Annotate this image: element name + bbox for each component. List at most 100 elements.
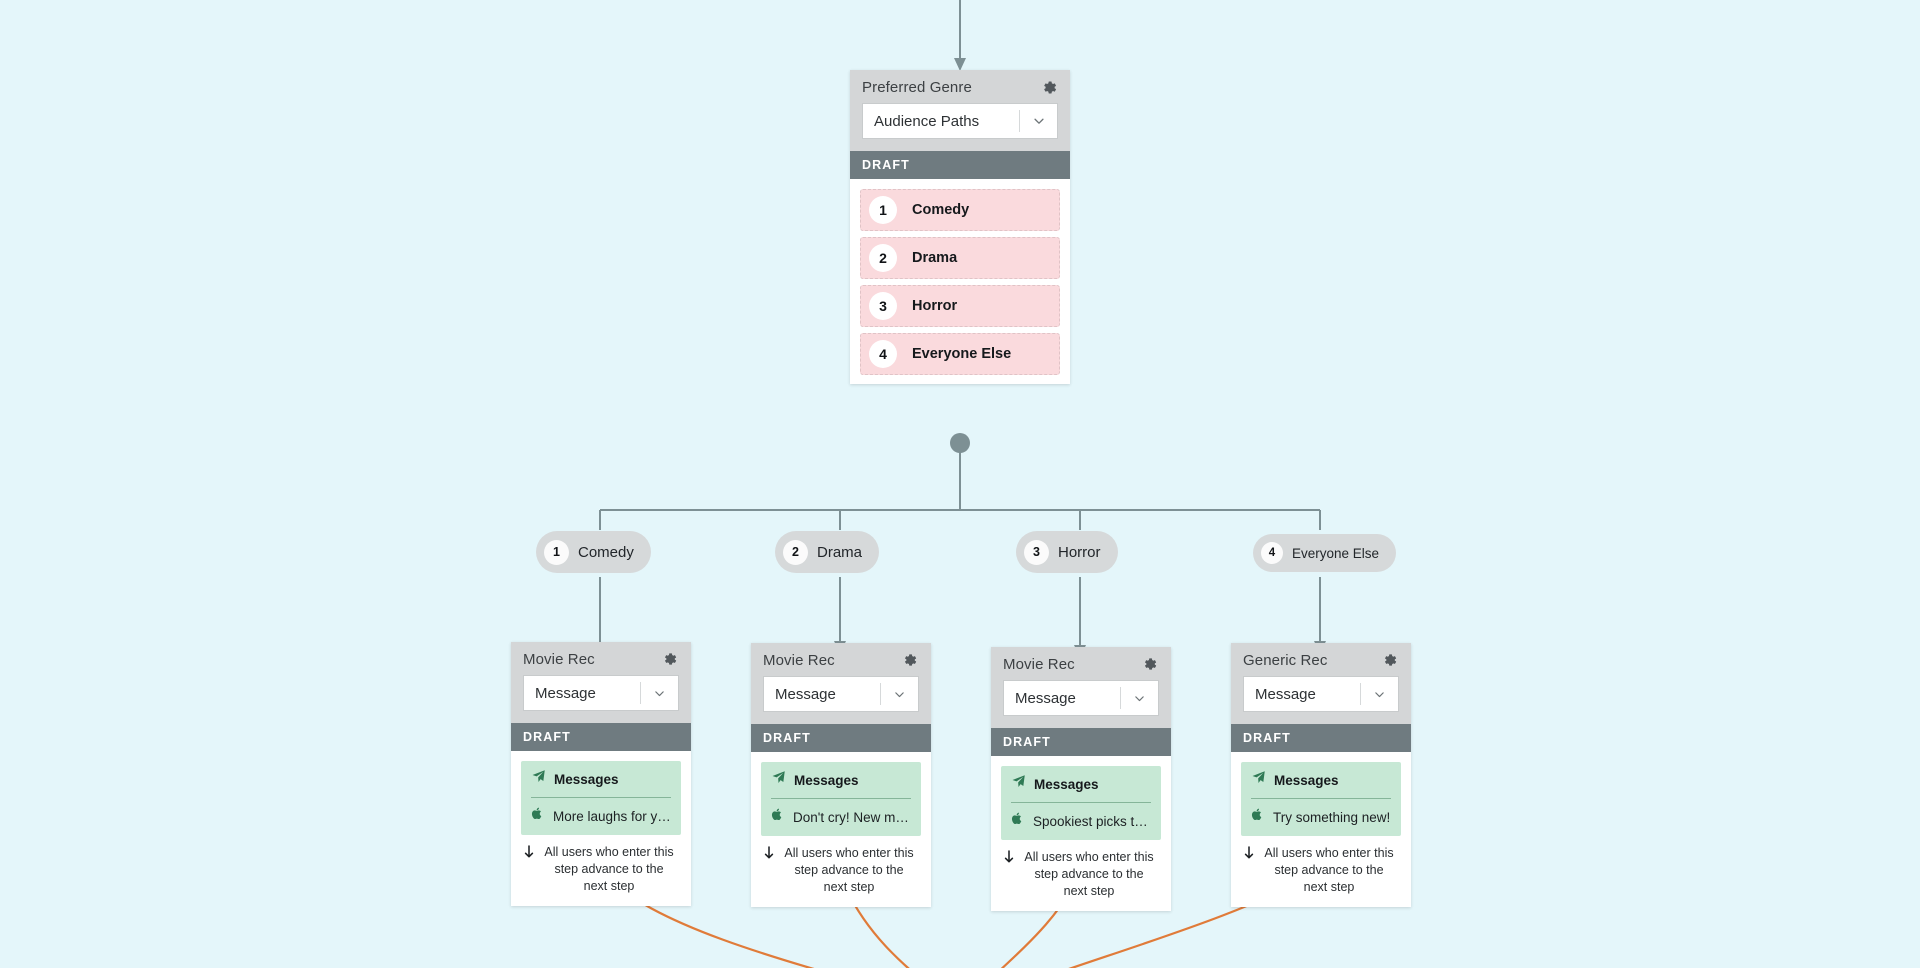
leaf-node-drama[interactable]: Movie Rec Message DRAFT Messages Don't c… [751,643,931,907]
leaf-node-header: Movie Rec [991,647,1171,673]
splitter-branch-list: 1 Comedy 2 Drama 3 Horror 4 Everyone Els… [850,179,1070,384]
leaf-status-badge: DRAFT [1231,724,1411,752]
arrow-down-icon [1243,846,1255,865]
gear-icon[interactable] [1041,79,1058,96]
message-channel-label: Messages [794,772,859,788]
branch-pill-label: Comedy [578,543,634,561]
advance-text: All users who enter this step advance to… [544,845,674,893]
leaf-node-title: Movie Rec [1003,656,1075,673]
splitter-status-badge: DRAFT [850,151,1070,179]
message-text: Don't cry! New movi… [793,809,911,825]
gear-icon[interactable] [902,652,919,669]
message-panel[interactable]: Messages Try something new! [1241,762,1401,836]
chevron-down-icon[interactable] [1019,110,1057,132]
message-text: Try something new! [1273,809,1391,825]
splitter-type-select[interactable]: Audience Paths [862,103,1058,139]
apple-icon [1251,807,1264,827]
branch-item-comedy[interactable]: 1 Comedy [860,189,1060,231]
flow-canvas: Preferred Genre Audience Paths DRAFT 1 C… [0,0,1920,968]
branch-pill-comedy[interactable]: 1 Comedy [536,531,651,573]
arrow-down-icon [763,846,775,865]
branch-label: Comedy [912,202,970,218]
chevron-down-icon[interactable] [1120,687,1158,709]
leaf-status-badge: DRAFT [751,724,931,752]
advance-text: All users who enter this step advance to… [1024,850,1154,898]
leaf-node-title: Movie Rec [523,651,595,668]
leaf-type-select[interactable]: Message [1243,676,1399,712]
branch-number: 3 [869,292,897,320]
splitter-type-value: Audience Paths [874,112,980,130]
leaf-node-everyone-else[interactable]: Generic Rec Message DRAFT Messages Try s… [1231,643,1411,907]
branch-label: Everyone Else [912,346,1012,362]
message-text: Spookiest picks this… [1033,813,1151,829]
message-channel: Messages [1011,774,1151,794]
splitter-node[interactable]: Preferred Genre Audience Paths DRAFT 1 C… [850,70,1070,384]
chevron-down-icon[interactable] [880,683,918,705]
gear-icon[interactable] [1382,652,1399,669]
message-channel-label: Messages [1274,772,1339,788]
leaf-node-body: Messages Don't cry! New movi… All users … [751,752,931,907]
leaf-select-wrap: Message [511,668,691,723]
branch-number: 1 [869,196,897,224]
leaf-type-value: Message [775,685,836,703]
message-panel[interactable]: Messages Don't cry! New movi… [761,762,921,836]
leaf-node-title: Generic Rec [1243,652,1328,669]
branch-item-horror[interactable]: 3 Horror [860,285,1060,327]
paper-plane-icon [1251,770,1266,790]
message-panel[interactable]: Messages Spookiest picks this… [1001,766,1161,840]
branch-number: 2 [869,244,897,272]
apple-icon [771,807,784,827]
leaf-node-body: Messages Spookiest picks this… All users… [991,756,1171,911]
divider [1251,798,1391,799]
leaf-node-header: Movie Rec [751,643,931,669]
leaf-type-value: Message [1015,689,1076,707]
branch-pill-number: 2 [783,539,808,565]
leaf-type-select[interactable]: Message [763,676,919,712]
branch-number: 4 [869,340,897,368]
leaf-node-comedy[interactable]: Movie Rec Message DRAFT Messages More la… [511,642,691,906]
leaf-status-badge: DRAFT [991,728,1171,756]
advance-note: All users who enter this step advance to… [1241,836,1401,898]
divider [1011,802,1151,803]
leaf-node-body: Messages More laughs for you All users w… [511,751,691,906]
message-channel: Messages [531,769,671,789]
branch-label: Horror [912,298,958,314]
branch-pill-number: 3 [1024,539,1049,565]
message-panel[interactable]: Messages More laughs for you [521,761,681,835]
branch-pill-everyone-else[interactable]: 4 Everyone Else [1253,534,1397,572]
branch-pill-number: 4 [1261,542,1283,564]
chevron-down-icon[interactable] [1360,683,1398,705]
gear-icon[interactable] [1142,656,1159,673]
leaf-node-header: Movie Rec [511,642,691,668]
arrow-down-icon [1003,850,1015,869]
divider [531,797,671,798]
leaf-type-select[interactable]: Message [1003,680,1159,716]
message-content: Try something new! [1251,807,1391,827]
advance-note: All users who enter this step advance to… [1001,840,1161,902]
paper-plane-icon [1011,774,1026,794]
message-channel-label: Messages [554,771,619,787]
branch-item-everyone-else[interactable]: 4 Everyone Else [860,333,1060,375]
chevron-down-icon[interactable] [640,682,678,704]
leaf-status-badge: DRAFT [511,723,691,751]
message-channel: Messages [1251,770,1391,790]
splitter-select-wrap: Audience Paths [850,96,1070,151]
branch-pill-drama[interactable]: 2 Drama [775,531,880,573]
leaf-type-value: Message [535,684,596,702]
branch-item-drama[interactable]: 2 Drama [860,237,1060,279]
paper-plane-icon [771,770,786,790]
divider [771,798,911,799]
branch-pill-label: Everyone Else [1292,545,1380,561]
branch-label: Drama [912,250,958,266]
advance-text: All users who enter this step advance to… [1264,846,1394,894]
leaf-node-horror[interactable]: Movie Rec Message DRAFT Messages Spookie… [991,647,1171,911]
leaf-type-select[interactable]: Message [523,675,679,711]
leaf-select-wrap: Message [751,669,931,724]
splitter-node-title: Preferred Genre [862,79,972,96]
arrow-down-icon [523,845,535,864]
branch-pill-horror[interactable]: 3 Horror [1016,531,1118,573]
message-content: More laughs for you [531,806,671,826]
leaf-select-wrap: Message [991,673,1171,728]
gear-icon[interactable] [662,651,679,668]
apple-icon [531,806,544,826]
